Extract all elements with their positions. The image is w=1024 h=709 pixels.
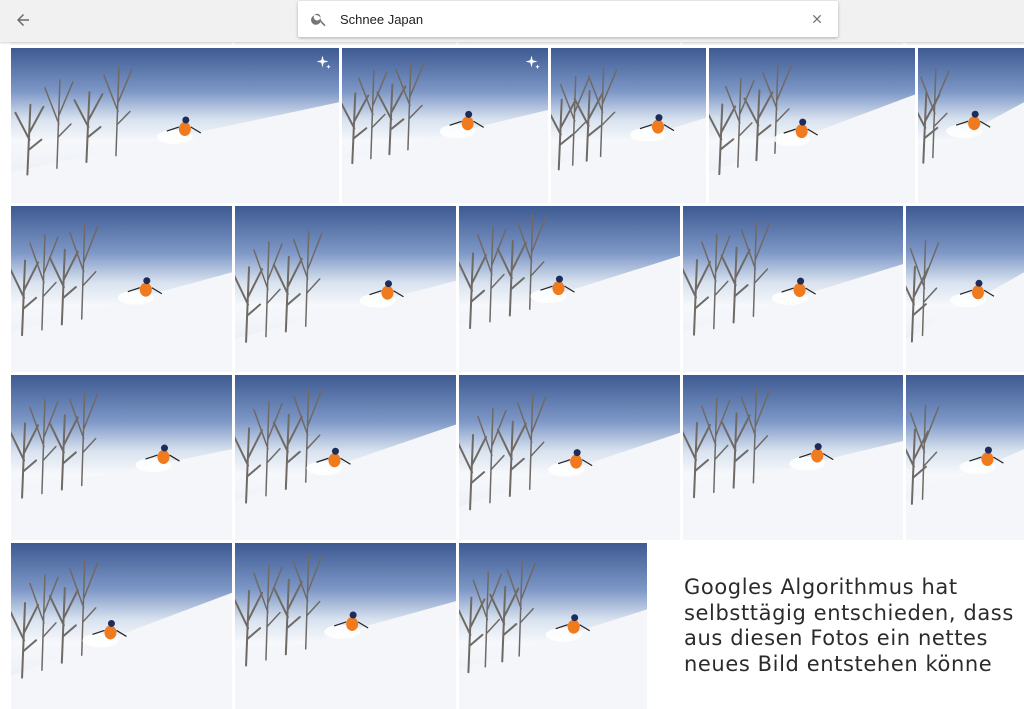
photo-thumbnail[interactable] bbox=[11, 206, 232, 372]
photo-thumbnail[interactable] bbox=[235, 206, 456, 372]
photo-thumbnail[interactable] bbox=[11, 375, 232, 540]
snow-scene bbox=[235, 387, 456, 540]
photo-thumbnail[interactable] bbox=[235, 543, 456, 709]
clear-search-button[interactable] bbox=[808, 10, 826, 28]
snow-scene bbox=[551, 67, 706, 203]
snow-scene bbox=[459, 394, 680, 540]
search-box bbox=[298, 1, 838, 37]
snow-scene bbox=[342, 60, 548, 203]
snow-slope bbox=[342, 110, 548, 203]
snow-slope bbox=[11, 449, 232, 540]
close-icon bbox=[812, 14, 822, 24]
snow-scene bbox=[906, 240, 1024, 372]
photo-thumbnail[interactable] bbox=[342, 48, 548, 203]
snow-scene bbox=[11, 66, 339, 203]
photo-thumbnail[interactable] bbox=[235, 375, 456, 540]
snow-scene bbox=[459, 560, 647, 709]
snow-slope bbox=[683, 441, 903, 540]
back-button[interactable] bbox=[10, 7, 36, 33]
photo-thumbnail[interactable] bbox=[906, 206, 1024, 372]
snow-slope bbox=[11, 272, 232, 372]
photo-thumbnail[interactable] bbox=[459, 375, 680, 540]
photo-thumbnail[interactable] bbox=[551, 48, 706, 203]
photo-thumbnail[interactable] bbox=[683, 206, 903, 372]
snow-slope bbox=[235, 280, 456, 372]
search-input[interactable] bbox=[340, 7, 780, 31]
snow-scene bbox=[683, 221, 903, 372]
snow-slope bbox=[235, 601, 456, 709]
caption-line: aus diesen Fotos ein nettes bbox=[684, 626, 989, 650]
caption-line: selbsttägig entschieden, dass bbox=[684, 600, 1014, 625]
snow-scene bbox=[918, 68, 1024, 203]
snow-scene bbox=[11, 559, 232, 709]
photo-thumbnail[interactable] bbox=[683, 375, 903, 540]
snow-scene bbox=[11, 223, 232, 372]
arrow-left-icon bbox=[17, 14, 29, 26]
photo-thumbnail[interactable] bbox=[11, 48, 339, 203]
snow-scene bbox=[709, 64, 915, 203]
photo-thumbnail[interactable] bbox=[459, 543, 647, 709]
photo-thumbnail[interactable] bbox=[906, 375, 1024, 540]
sparkle-icon bbox=[316, 55, 331, 69]
photo-thumbnail[interactable] bbox=[709, 48, 915, 203]
caption-line: Googles Algorithmus hat bbox=[684, 575, 958, 599]
caption-line: neues Bild entstehen könne bbox=[684, 651, 993, 676]
sparkle-icon bbox=[525, 55, 540, 69]
snow-scene bbox=[235, 553, 456, 709]
caption-text: Googles Algorithmus hat selbsttägig ents… bbox=[684, 575, 1014, 677]
search-icon bbox=[311, 13, 326, 27]
photo-thumbnail[interactable] bbox=[918, 48, 1024, 203]
photo-thumbnail[interactable] bbox=[459, 206, 680, 372]
photo-thumbnail[interactable] bbox=[11, 543, 232, 709]
snow-scene bbox=[235, 230, 456, 372]
snow-scene bbox=[11, 390, 232, 540]
top-bar bbox=[0, 0, 1024, 42]
snow-scene bbox=[906, 404, 1024, 540]
snow-scene bbox=[459, 213, 680, 372]
snow-scene bbox=[683, 388, 903, 540]
snow-slope bbox=[11, 102, 339, 203]
